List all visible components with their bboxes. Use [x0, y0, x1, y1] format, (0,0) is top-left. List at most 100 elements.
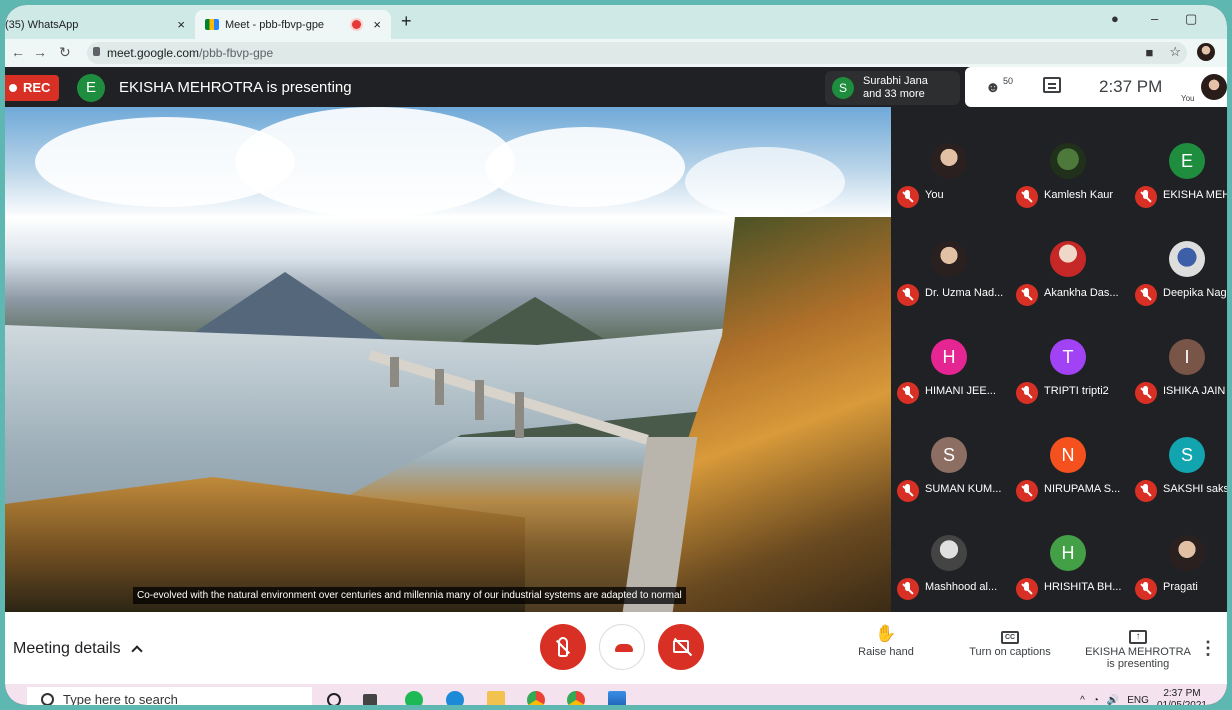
task-view-icon[interactable]	[363, 694, 377, 705]
participant-avatar	[931, 241, 967, 277]
profile-menu-icon[interactable]: ●	[1111, 11, 1119, 26]
participant-tile[interactable]: N NIRUPAMA S...	[1010, 401, 1128, 502]
meeting-controls-bar: Meeting details ✋ Raise hand CC Turn on …	[5, 612, 1227, 684]
screen-frame: (35) WhatsApp × Meet - pbb-fbvp-gpe × + …	[0, 0, 1232, 710]
chat-icon[interactable]	[1043, 77, 1061, 93]
joined-notification[interactable]: S Surabhi Jana and 33 more	[825, 71, 960, 105]
joined-text: Surabhi Jana and 33 more	[863, 75, 955, 101]
participant-tile[interactable]: H HRISHITA BH...	[1010, 499, 1128, 600]
chevron-up-icon[interactable]: ^	[1080, 695, 1085, 706]
mic-muted-icon	[897, 578, 919, 600]
participant-name: Akankha Das...	[1044, 287, 1119, 299]
participant-tile[interactable]: Dr. Uzma Nad...	[891, 205, 1009, 306]
close-icon[interactable]: ×	[373, 17, 381, 32]
new-tab-button[interactable]: +	[401, 11, 412, 32]
file-explorer-icon[interactable]	[487, 691, 505, 705]
cortana-icon[interactable]	[327, 693, 341, 705]
meeting-info-panel: ☻ 50 2:37 PM You	[965, 67, 1227, 107]
participant-tile[interactable]: T TRIPTI tripti2	[1010, 303, 1128, 404]
participant-avatar	[1169, 535, 1205, 571]
system-tray: ^ ◔ 🔊 ENG 2:37 PM 01/05/2021	[1080, 688, 1207, 706]
participant-tile[interactable]: Mashhood al...	[891, 499, 1009, 600]
participant-tile[interactable]: S SUMAN KUM...	[891, 401, 1009, 502]
mic-muted-icon	[1135, 578, 1157, 600]
meeting-details-button[interactable]: Meeting details	[13, 640, 143, 658]
participant-avatar	[1169, 241, 1205, 277]
url-field[interactable]: meet.google.com/pbb-fbvp-gpe	[87, 42, 1187, 64]
address-bar-row: ← → ↻ meet.google.com/pbb-fbvp-gpe ■ ☆	[5, 39, 1227, 67]
participant-avatar: S	[931, 437, 967, 473]
participant-tile[interactable]: H HIMANI JEE...	[891, 303, 1009, 404]
tab-whatsapp[interactable]: (35) WhatsApp ×	[5, 10, 195, 39]
participant-name: Kamlesh Kaur	[1044, 189, 1114, 201]
bookmark-star-icon[interactable]: ☆	[1169, 44, 1181, 60]
url-path: /pbb-fbvp-gpe	[199, 46, 274, 60]
more-options-icon[interactable]: ⋮	[1199, 638, 1217, 659]
participant-name: You	[925, 189, 944, 201]
live-caption: Co-evolved with the natural environment …	[133, 587, 686, 604]
camera-off-icon	[673, 640, 689, 653]
camera-icon[interactable]: ■	[1145, 45, 1153, 60]
participant-avatar	[1050, 143, 1086, 179]
captions-icon-wrap: CC	[960, 624, 1060, 646]
participant-tile[interactable]: Deepika Naga	[1129, 205, 1227, 306]
participant-name: EKISHA MEH...	[1163, 189, 1232, 201]
forward-icon[interactable]: →	[33, 44, 47, 60]
profile-avatar[interactable]	[1197, 43, 1215, 61]
chevron-up-icon	[131, 645, 143, 657]
participant-name: HRISHITA BH...	[1044, 581, 1122, 593]
presenting-line1: EKISHA MEHROTRA	[1085, 646, 1191, 658]
maximize-icon[interactable]: ▢	[1185, 11, 1197, 27]
self-avatar	[1201, 74, 1227, 100]
minimize-icon[interactable]: –	[1151, 11, 1158, 26]
back-icon[interactable]: ←	[11, 44, 25, 60]
chrome-icon[interactable]	[527, 691, 545, 705]
hand-icon: ✋	[875, 624, 897, 643]
taskbar-search[interactable]: Type here to search	[27, 687, 312, 705]
chrome-profile-icon[interactable]	[567, 691, 585, 705]
browser-tab-bar: (35) WhatsApp × Meet - pbb-fbvp-gpe × + …	[5, 5, 1227, 39]
reload-icon[interactable]: ↻	[59, 44, 71, 61]
meeting-details-label: Meeting details	[13, 640, 121, 657]
edge-icon[interactable]	[446, 691, 464, 705]
joined-avatar: S	[832, 77, 854, 99]
participant-avatar: S	[1169, 437, 1205, 473]
close-icon[interactable]: ×	[177, 17, 185, 32]
camera-toggle-button[interactable]	[658, 624, 704, 670]
spotify-icon[interactable]	[405, 691, 423, 705]
tab-meet[interactable]: Meet - pbb-fbvp-gpe ×	[195, 10, 391, 39]
volume-icon[interactable]: 🔊	[1107, 695, 1119, 706]
participant-tile[interactable]: E EKISHA MEH...	[1129, 107, 1232, 208]
taskbar-clock[interactable]: 2:37 PM 01/05/2021	[1157, 688, 1207, 705]
participant-tile[interactable]: I ISHIKA JAIN	[1129, 303, 1227, 404]
participant-tile[interactable]: Kamlesh Kaur	[1010, 107, 1128, 208]
microphone-toggle-button[interactable]	[540, 624, 586, 670]
participant-avatar: T	[1050, 339, 1086, 375]
captions-label: Turn on captions	[969, 646, 1051, 658]
participant-tile[interactable]: Akankha Das...	[1010, 205, 1128, 306]
participant-tile[interactable]: Pragati	[1129, 499, 1227, 600]
photos-icon[interactable]	[608, 691, 626, 705]
meeting-clock: 2:37 PM	[1099, 77, 1163, 96]
participant-avatar: N	[1050, 437, 1086, 473]
mic-muted-icon	[1016, 578, 1038, 600]
participant-name: HIMANI JEE...	[925, 385, 996, 397]
network-icon[interactable]: ◔	[1093, 695, 1099, 706]
hang-up-icon	[615, 644, 633, 652]
captions-button[interactable]: CC Turn on captions	[960, 624, 1060, 658]
participant-tile[interactable]: You	[891, 107, 1009, 208]
presenting-line2: is presenting	[1106, 658, 1170, 670]
presentation-button[interactable]: ↑ EKISHA MEHROTRA is presenting	[1079, 624, 1197, 670]
meet-favicon-icon	[205, 19, 219, 30]
people-count: 50	[1003, 76, 1014, 86]
raise-hand-button[interactable]: ✋ Raise hand	[851, 624, 921, 658]
url-host: meet.google.com	[107, 46, 200, 60]
language-indicator[interactable]: ENG	[1127, 695, 1149, 706]
cloud-shape	[685, 147, 845, 217]
cloud-shape	[485, 127, 685, 207]
bridge-pillar	[390, 357, 399, 387]
leave-call-button[interactable]	[599, 624, 645, 670]
people-icon[interactable]: ☻	[985, 79, 1001, 96]
participant-tile[interactable]: S SAKSHI saks...	[1129, 401, 1227, 502]
lock-icon	[93, 47, 100, 56]
